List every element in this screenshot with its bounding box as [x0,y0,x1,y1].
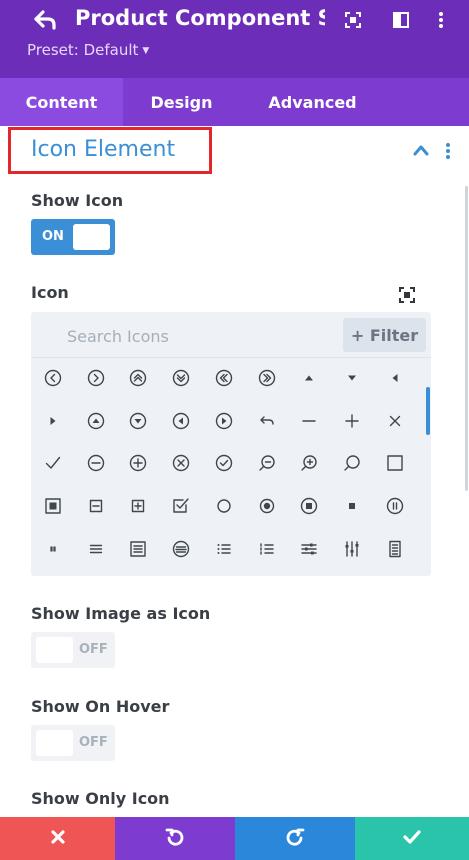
triangle-down-icon[interactable] [332,358,372,398]
icon-label: Icon [31,283,69,302]
circle-chevron-right-icon[interactable] [76,358,116,398]
show-only-icon-label: Show Only Icon [31,789,170,808]
section-title[interactable]: Icon Element [31,137,175,162]
circle-triangle-right-icon[interactable] [204,401,244,441]
chevron-up-icon[interactable] [412,142,430,158]
undo-icon [165,827,185,851]
tab-bar: Content Design Advanced [0,78,469,126]
toggle-knob [36,637,73,663]
more-vertical-icon[interactable] [430,9,452,31]
list-numbered-icon[interactable] [247,529,287,569]
toggle-knob [73,224,110,250]
close-x-icon[interactable] [375,401,415,441]
square-filled-box-icon[interactable] [33,486,73,526]
caret-down-icon: ▼ [142,46,150,56]
checkmark-icon [403,829,421,848]
circle-triangle-up-icon[interactable] [76,401,116,441]
close-x-icon [50,829,65,848]
triangle-left-icon[interactable] [375,358,415,398]
panel-scrollbar[interactable] [465,186,468,491]
toggle-state: ON [42,229,64,244]
filter-button[interactable]: + Filter [343,318,426,352]
zoom-out-icon[interactable] [247,443,287,483]
document-text-icon[interactable] [375,529,415,569]
circle-double-down-icon[interactable] [161,358,201,398]
circle-plus-icon[interactable] [118,443,158,483]
icon-picker: Search Icons + Filter [31,312,431,576]
doc-lines-icon[interactable] [118,529,158,569]
picker-scrollbar[interactable] [426,387,430,435]
menu-lines-icon[interactable] [76,529,116,569]
show-image-as-icon-toggle[interactable]: OFF [31,632,115,668]
circle-pause-icon[interactable] [375,486,415,526]
back-arrow-icon[interactable] [32,8,58,32]
undo-button[interactable] [115,817,235,860]
show-icon-label: Show Icon [31,191,124,210]
circle-chevron-left-icon[interactable] [33,358,73,398]
circle-double-up-icon[interactable] [118,358,158,398]
footer-actions [0,817,469,860]
fullscreen-icon[interactable] [342,9,364,31]
tab-advanced[interactable]: Advanced [240,78,385,126]
redo-icon [285,827,305,851]
toggle-knob [36,730,73,756]
show-icon-toggle[interactable]: ON [31,219,115,255]
circle-double-right-icon[interactable] [247,358,287,398]
redo-button[interactable] [235,817,355,860]
circle-dot-icon[interactable] [247,486,287,526]
small-square-icon[interactable] [332,486,372,526]
circle-double-left-icon[interactable] [204,358,244,398]
circle-stop-icon[interactable] [289,486,329,526]
circle-check-icon[interactable] [204,443,244,483]
tab-content[interactable]: Content [0,78,123,126]
undo-arrow-icon[interactable] [247,401,287,441]
checkmark-icon[interactable] [33,443,73,483]
sliders-vertical-icon[interactable] [332,529,372,569]
circle-lines-icon[interactable] [161,529,201,569]
square-minus-icon[interactable] [76,486,116,526]
circle-triangle-down-icon[interactable] [118,401,158,441]
list-bullets-icon[interactable] [204,529,244,569]
toggle-state: OFF [79,735,108,750]
tab-design[interactable]: Design [123,78,240,126]
preset-selector[interactable]: Preset: Default ▼ [27,41,149,59]
circle-outline-icon[interactable] [204,486,244,526]
circle-triangle-left-icon[interactable] [161,401,201,441]
preset-label: Preset: Default [27,41,139,59]
show-on-hover-label: Show On Hover [31,697,170,716]
section-more-icon[interactable] [440,141,456,161]
zoom-in-icon[interactable] [289,443,329,483]
discard-button[interactable] [0,817,115,860]
show-on-hover-toggle[interactable]: OFF [31,725,115,761]
square-outline-icon[interactable] [375,443,415,483]
icon-search-input[interactable]: Search Icons [67,327,169,346]
minus-icon[interactable] [289,401,329,441]
circle-minus-icon[interactable] [76,443,116,483]
show-image-as-icon-label: Show Image as Icon [31,604,211,623]
modal-header: Product Component S... Preset: Default▼ [0,0,469,78]
pause-icon[interactable] [33,529,73,569]
square-check-icon[interactable] [161,486,201,526]
square-plus-icon[interactable] [118,486,158,526]
circle-x-icon[interactable] [161,443,201,483]
plus-icon[interactable] [332,401,372,441]
triangle-up-icon[interactable] [289,358,329,398]
sliders-horizontal-icon[interactable] [289,529,329,569]
search-icon[interactable] [332,443,372,483]
icon-grid [31,358,431,572]
split-view-icon[interactable] [390,9,412,31]
expand-icon[interactable] [398,286,416,304]
triangle-right-icon[interactable] [33,401,73,441]
icon-search-bar: Search Icons + Filter [31,312,431,358]
module-title: Product Component S... [75,6,325,30]
toggle-state: OFF [79,642,108,657]
save-button[interactable] [355,817,469,860]
